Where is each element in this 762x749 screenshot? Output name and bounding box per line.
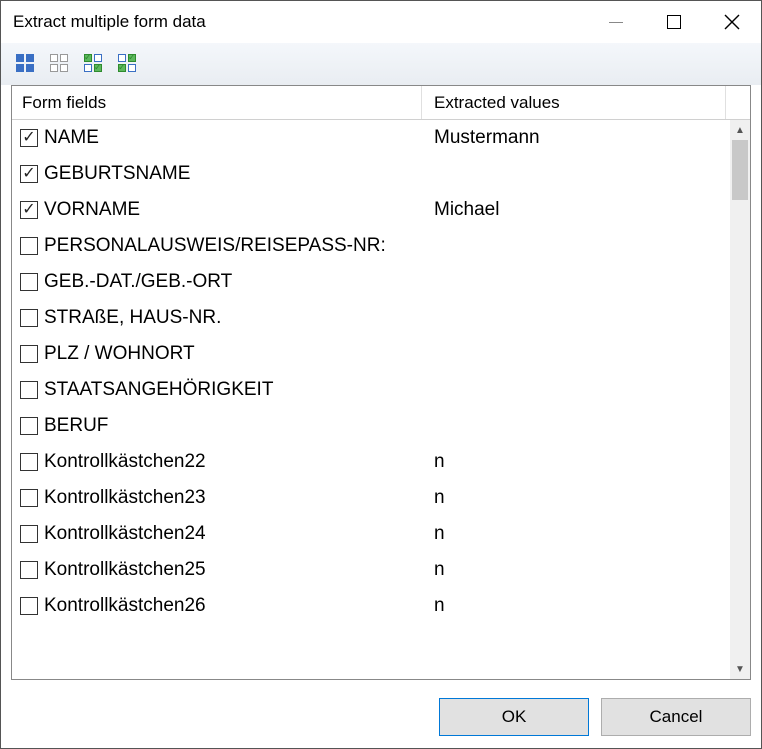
titlebar: Extract multiple form data: [1, 1, 761, 43]
toolbar: [1, 43, 761, 85]
ok-button[interactable]: OK: [439, 698, 589, 736]
checkbox[interactable]: [20, 345, 38, 363]
list-item[interactable]: STRAßE, HAUS-NR.: [12, 300, 730, 336]
list-item[interactable]: VORNAME Michael: [12, 192, 730, 228]
scrollbar[interactable]: ▲ ▼: [730, 120, 750, 679]
scroll-down-arrow-icon[interactable]: ▼: [730, 659, 750, 679]
field-name: STRAßE, HAUS-NR.: [44, 307, 221, 329]
field-name: PERSONALAUSWEIS/REISEPASS-NR:: [44, 235, 386, 257]
checkbox[interactable]: [20, 489, 38, 507]
list-item[interactable]: Kontrollkästchen23 n: [12, 480, 730, 516]
field-name: STAATSANGEHÖRIGKEIT: [44, 379, 273, 401]
field-value: n: [422, 559, 730, 581]
maximize-button[interactable]: [645, 1, 703, 43]
checkbox[interactable]: [20, 237, 38, 255]
checkbox[interactable]: [20, 453, 38, 471]
select-none-icon[interactable]: [45, 49, 73, 77]
list-item[interactable]: Kontrollkästchen25 n: [12, 552, 730, 588]
checkbox[interactable]: [20, 525, 38, 543]
list-item[interactable]: GEB.-DAT./GEB.-ORT: [12, 264, 730, 300]
field-value: Michael: [422, 199, 730, 221]
list-item[interactable]: BERUF: [12, 408, 730, 444]
field-value: Mustermann: [422, 127, 730, 149]
field-value: n: [422, 523, 730, 545]
field-name: GEBURTSNAME: [44, 163, 190, 185]
form-fields-list: Form fields Extracted values NAME Musterm…: [11, 85, 751, 680]
field-name: NAME: [44, 127, 99, 149]
scroll-thumb[interactable]: [732, 140, 748, 200]
list-item[interactable]: GEBURTSNAME: [12, 156, 730, 192]
checkbox[interactable]: [20, 165, 38, 183]
checkbox[interactable]: [20, 273, 38, 291]
field-name: Kontrollkästchen22: [44, 451, 206, 473]
checkbox[interactable]: [20, 417, 38, 435]
checkbox[interactable]: [20, 561, 38, 579]
window-title: Extract multiple form data: [13, 12, 587, 32]
column-header-fields[interactable]: Form fields: [12, 86, 422, 119]
field-name: Kontrollkästchen26: [44, 595, 206, 617]
scroll-up-arrow-icon[interactable]: ▲: [730, 120, 750, 140]
list-item[interactable]: Kontrollkästchen22 n: [12, 444, 730, 480]
close-button[interactable]: [703, 1, 761, 43]
close-icon: [724, 14, 740, 30]
field-value: n: [422, 451, 730, 473]
minimize-button[interactable]: [587, 1, 645, 43]
invert-selection-icon[interactable]: [113, 49, 141, 77]
scroll-track[interactable]: [730, 140, 750, 659]
select-all-icon[interactable]: [11, 49, 39, 77]
field-value: n: [422, 595, 730, 617]
field-name: VORNAME: [44, 199, 140, 221]
field-name: Kontrollkästchen25: [44, 559, 206, 581]
list-item[interactable]: PERSONALAUSWEIS/REISEPASS-NR:: [12, 228, 730, 264]
list-item[interactable]: Kontrollkästchen24 n: [12, 516, 730, 552]
field-name: Kontrollkästchen23: [44, 487, 206, 509]
field-name: BERUF: [44, 415, 108, 437]
checkbox[interactable]: [20, 129, 38, 147]
checkbox[interactable]: [20, 309, 38, 327]
field-name: GEB.-DAT./GEB.-ORT: [44, 271, 232, 293]
field-value: n: [422, 487, 730, 509]
checkbox[interactable]: [20, 597, 38, 615]
toggle-selection-icon[interactable]: [79, 49, 107, 77]
checkbox[interactable]: [20, 381, 38, 399]
list-item[interactable]: NAME Mustermann: [12, 120, 730, 156]
list-item[interactable]: PLZ / WOHNORT: [12, 336, 730, 372]
rows-container: NAME Mustermann GEBURTSNAME VORNAME Michael P…: [12, 120, 730, 679]
field-name: Kontrollkästchen24: [44, 523, 206, 545]
checkbox[interactable]: [20, 201, 38, 219]
content-area: Form fields Extracted values NAME Musterm…: [1, 85, 761, 686]
list-item[interactable]: STAATSANGEHÖRIGKEIT: [12, 372, 730, 408]
column-headers: Form fields Extracted values: [12, 86, 750, 120]
cancel-button[interactable]: Cancel: [601, 698, 751, 736]
column-header-values[interactable]: Extracted values: [422, 86, 726, 119]
field-name: PLZ / WOHNORT: [44, 343, 195, 365]
list-item[interactable]: Kontrollkästchen26 n: [12, 588, 730, 624]
dialog-buttons: OK Cancel: [1, 686, 761, 748]
